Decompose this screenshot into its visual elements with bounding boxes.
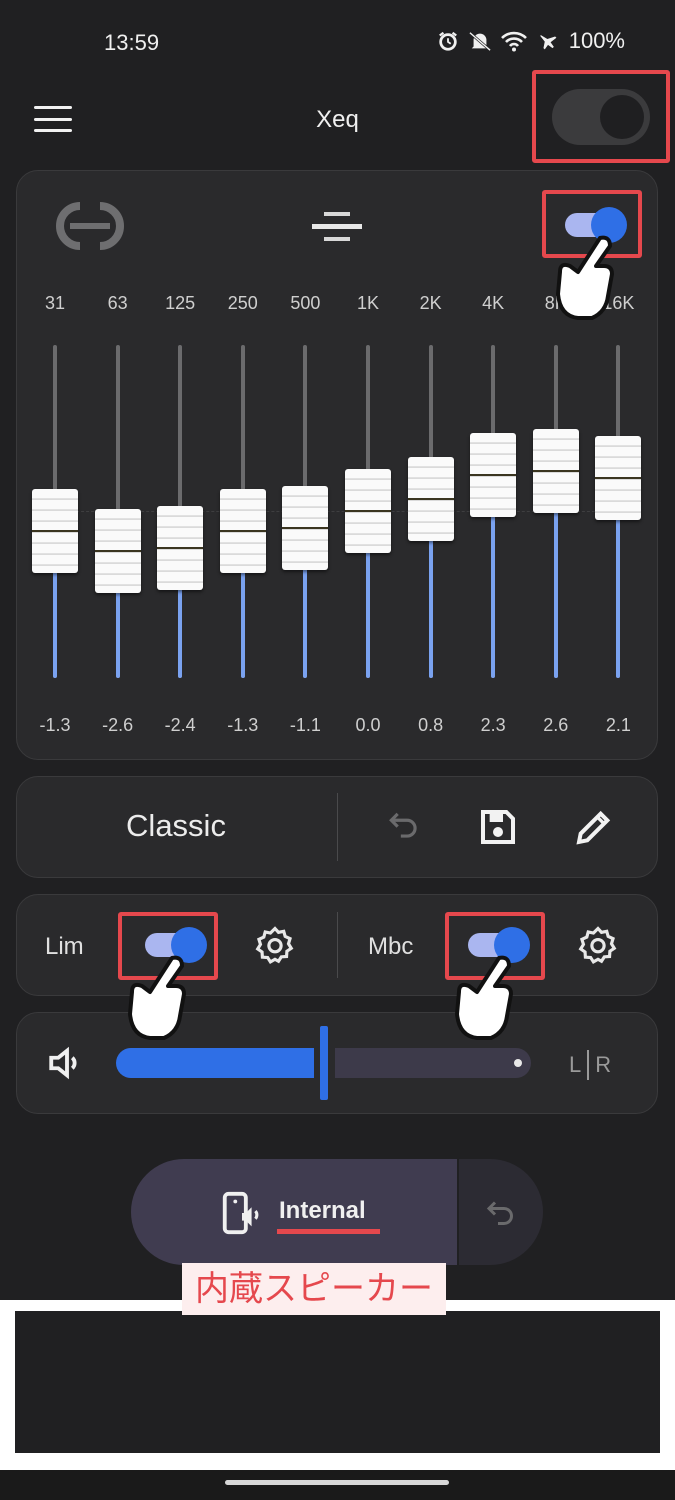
bottom-panel — [15, 1311, 660, 1453]
eq-freq-label: 250 — [227, 293, 258, 313]
eq-slider[interactable] — [532, 345, 579, 678]
mbc-label: Mbc — [368, 933, 414, 960]
divider — [337, 912, 338, 978]
volume-slider-fill[interactable] — [116, 1048, 314, 1078]
balance-left-label: L — [569, 1052, 582, 1077]
eq-slider[interactable] — [595, 345, 642, 678]
output-device-label: Internal — [279, 1197, 366, 1224]
curve-mode-icon[interactable] — [48, 200, 132, 257]
pointing-hand-icon — [556, 235, 614, 320]
eq-slider-thumb[interactable] — [407, 456, 454, 541]
preset-name[interactable]: Classic — [16, 808, 336, 844]
balance-right-label: R — [595, 1052, 612, 1077]
annotation-label: 内蔵スピーカー — [182, 1263, 446, 1315]
eq-gain-value: 2.1 — [605, 715, 631, 735]
lim-label: Lim — [45, 933, 84, 960]
save-icon[interactable] — [478, 807, 518, 852]
eq-slider-thumb[interactable] — [32, 489, 78, 574]
mbc-settings-gear-icon[interactable] — [577, 925, 619, 972]
volume-slider-track[interactable] — [335, 1048, 531, 1078]
annotation-underline — [277, 1229, 380, 1234]
status-icons: 100% — [437, 28, 625, 54]
balance-control[interactable]: L R — [569, 1050, 611, 1080]
pointing-hand-icon — [128, 955, 186, 1040]
eq-slider-thumb[interactable] — [219, 489, 266, 574]
eq-slider[interactable] — [407, 345, 454, 678]
band-mode-icon[interactable] — [312, 210, 362, 247]
lim-settings-gear-icon[interactable] — [254, 925, 296, 972]
volume-slider-end-dot — [514, 1059, 522, 1067]
eq-freq-label: 63 — [107, 293, 128, 313]
eq-slider[interactable] — [219, 345, 266, 678]
eq-freq-label: 500 — [290, 293, 321, 313]
status-time: 13:59 — [104, 30, 160, 55]
volume-slider-handle[interactable] — [320, 1026, 328, 1100]
eq-slider-thumb[interactable] — [595, 436, 642, 521]
eq-slider-thumb[interactable] — [157, 506, 204, 591]
eq-gain-value: -2.4 — [164, 715, 196, 735]
alarm-icon — [437, 30, 459, 52]
eq-freq-label: 125 — [165, 293, 196, 313]
pointing-hand-icon — [455, 955, 513, 1040]
eq-slider-thumb[interactable] — [470, 433, 517, 518]
eq-slider-thumb[interactable] — [345, 469, 391, 553]
eq-slider[interactable] — [94, 345, 141, 678]
divider — [337, 793, 338, 861]
eq-gain-value: 0.8 — [418, 715, 444, 735]
highlight-box — [532, 70, 670, 163]
eq-gain-value: 0.0 — [355, 715, 381, 735]
eq-slider-thumb[interactable] — [94, 509, 141, 594]
eq-gain-value: 2.3 — [480, 715, 506, 735]
eq-gain-value: -1.3 — [227, 715, 259, 735]
eq-slider-thumb[interactable] — [282, 486, 329, 571]
eq-slider[interactable] — [282, 345, 329, 678]
eq-freq-label: 31 — [44, 293, 66, 313]
eq-gain-value: 2.6 — [543, 715, 569, 735]
eq-freq-label: 1K — [356, 293, 380, 313]
wifi-icon — [500, 30, 527, 52]
undo-icon[interactable] — [385, 806, 423, 849]
edit-icon[interactable] — [574, 807, 614, 852]
eq-slider[interactable] — [345, 345, 391, 678]
gesture-handle[interactable] — [225, 1480, 449, 1485]
eq-slider-thumb[interactable] — [532, 428, 579, 513]
speaker-device-icon — [219, 1190, 265, 1241]
eq-gain-value: -1.1 — [289, 715, 321, 735]
volume-speaker-icon[interactable] — [46, 1042, 88, 1089]
mute-icon — [467, 30, 493, 52]
eq-slider[interactable] — [32, 345, 78, 678]
output-undo-icon[interactable] — [483, 1195, 519, 1236]
eq-freq-label: 4K — [482, 293, 505, 313]
battery-text: 100% — [568, 28, 625, 53]
eq-slider[interactable] — [157, 345, 204, 678]
nav-bar — [0, 1470, 675, 1500]
eq-slider[interactable] — [470, 345, 517, 678]
eq-gain-value: -2.6 — [102, 715, 134, 735]
airplane-icon — [535, 30, 561, 52]
eq-freq-label: 2K — [419, 293, 442, 313]
eq-gain-value: -1.3 — [39, 715, 71, 735]
